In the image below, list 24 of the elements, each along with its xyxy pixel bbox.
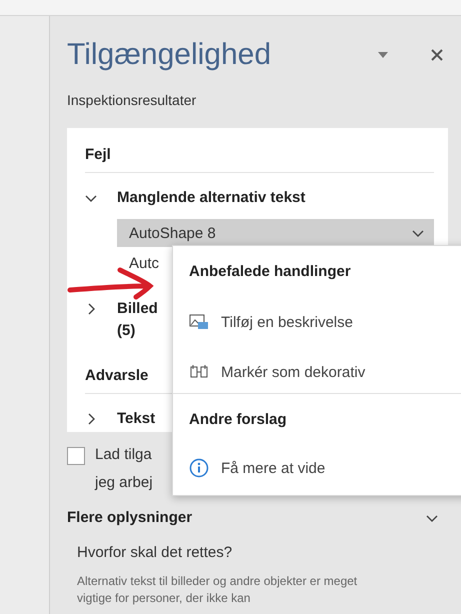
category-heading: Fejl — [85, 146, 111, 164]
info-icon — [189, 458, 209, 478]
issue-group-label[interactable]: Billed — [117, 298, 158, 320]
section-heading: Flere oplysninger — [67, 509, 192, 527]
menu-heading: Andre forslag — [188, 411, 287, 429]
checkbox-label: jeg arbej — [95, 473, 153, 493]
checkbox[interactable] — [67, 447, 85, 465]
menu-item[interactable]: Tilføj en beskrivelse — [173, 303, 369, 341]
pane-title: Tilgængelighed — [67, 37, 272, 73]
dropdown-icon — [377, 51, 389, 59]
close-icon — [430, 48, 444, 62]
issue-group-label[interactable]: Tekst — [117, 408, 156, 430]
category-heading: Advarsle — [85, 367, 148, 385]
menu-item[interactable]: Markér som dekorativ — [173, 353, 382, 391]
question-text: Hvorfor skal det rettes? — [77, 544, 234, 562]
image-icon — [189, 312, 209, 332]
menu-item[interactable]: Få mere at vide — [173, 449, 342, 487]
checkbox-label: Lad tilga — [95, 445, 153, 465]
issue-group-label[interactable]: Manglende alternativ tekst — [117, 187, 306, 209]
explanation-text: Alternativ tekst til billeder og andre objekter er meget vigtige for personer, der ikke kan — [77, 573, 358, 607]
section-label: Inspektionsresultater — [67, 92, 198, 109]
issue-count: (5) — [117, 321, 136, 341]
issue-item[interactable]: AutoShape 8 — [117, 219, 434, 247]
menu-heading: Anbefalede handlinger — [188, 263, 351, 281]
